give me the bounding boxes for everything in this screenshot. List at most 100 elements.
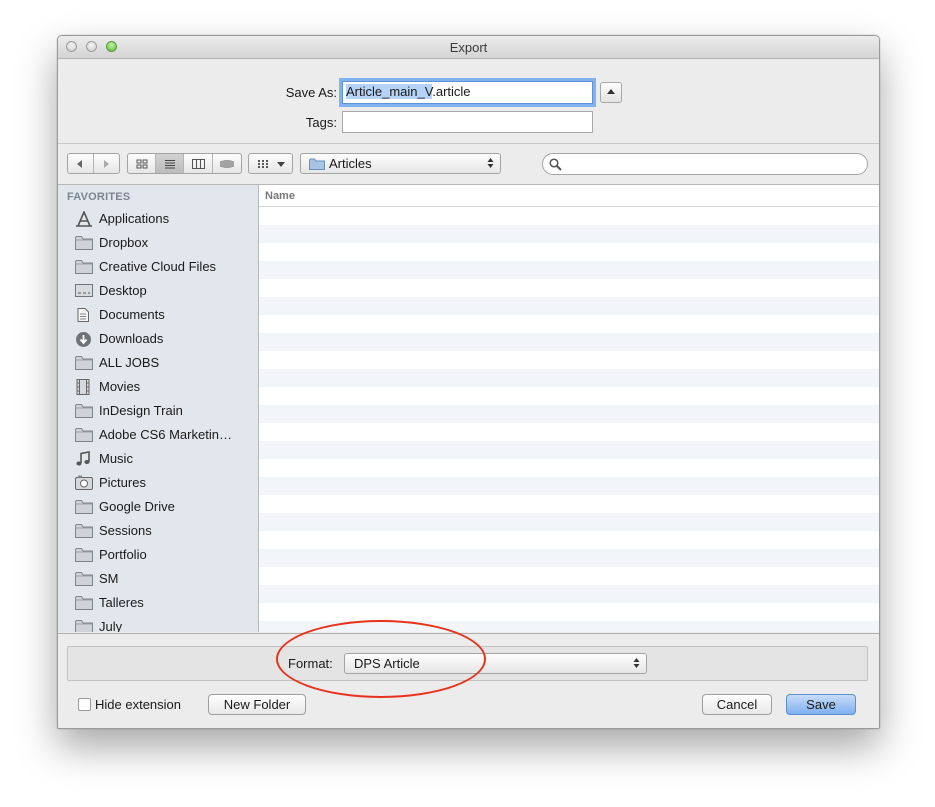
sidebar-item[interactable]: SM (58, 567, 258, 591)
sidebar-item-label: Talleres (99, 595, 144, 610)
folder-icon (75, 619, 93, 632)
cancel-button[interactable]: Cancel (702, 694, 772, 715)
folder-icon (75, 595, 93, 611)
grid-arrange-icon (258, 160, 268, 168)
column-header-label: Name (265, 190, 295, 202)
sidebar-item-label: Portfolio (99, 547, 147, 562)
column-view-icon (191, 158, 205, 169)
sidebar-item-label: Applications (99, 211, 170, 226)
documents-icon (75, 307, 93, 323)
save-as-field[interactable]: Article_main_V.article (342, 81, 593, 104)
sidebar-item-label: Adobe CS6 Marketin… (99, 427, 232, 442)
sidebar: FAVORITES Applications Dropbox Creative Cl… (58, 185, 259, 632)
sidebar-item[interactable]: July (58, 615, 258, 632)
folder-icon (309, 158, 325, 170)
sidebar-item[interactable]: Creative Cloud Files (58, 255, 258, 279)
sidebar-item[interactable]: Pictures (58, 471, 258, 495)
sidebar-item[interactable]: Downloads (58, 327, 258, 351)
sidebar-item[interactable]: InDesign Train (58, 399, 258, 423)
folder-icon (75, 499, 93, 515)
sidebar-item-label: Music (99, 451, 133, 466)
title-bar[interactable]: Export (58, 36, 879, 59)
sidebar-item[interactable]: Adobe CS6 Marketin… (58, 423, 258, 447)
format-value: DPS Article (354, 656, 420, 671)
sidebar-item-label: Documents (99, 307, 165, 322)
save-button[interactable]: Save (786, 694, 856, 715)
sidebar-item-label: InDesign Train (99, 403, 183, 418)
collapse-dialog-button[interactable] (600, 82, 622, 103)
folder-icon (75, 355, 93, 371)
sidebar-item-label: Sessions (99, 523, 152, 538)
forward-arrow-icon (104, 159, 110, 168)
sidebar-item[interactable]: Google Drive (58, 495, 258, 519)
column-header-name[interactable]: Name (259, 185, 879, 207)
chevron-down-icon (277, 162, 285, 167)
sidebar-item-label: Movies (99, 379, 141, 394)
sidebar-item[interactable]: Talleres (58, 591, 258, 615)
location-label: Articles (329, 156, 372, 171)
new-folder-button[interactable]: New Folder (208, 694, 306, 715)
browser-toolbar: Articles (58, 144, 879, 185)
location-popup[interactable]: Articles (300, 153, 501, 174)
sidebar-item[interactable]: Applications (58, 207, 258, 231)
file-list: Name (259, 185, 879, 632)
tags-field[interactable] (342, 111, 593, 133)
updown-arrows-icon (487, 158, 494, 168)
save-as-selected-text: Article_main_V (346, 84, 433, 99)
forward-button[interactable] (94, 154, 119, 173)
search-icon (549, 158, 562, 171)
view-mode-control (127, 153, 242, 174)
format-popup[interactable]: DPS Article (344, 653, 647, 674)
icon-view-icon (136, 159, 147, 168)
sidebar-item[interactable]: Sessions (58, 519, 258, 543)
sidebar-item-label: Creative Cloud Files (99, 259, 217, 274)
save-as-extension-text: .article (432, 84, 471, 99)
sidebar-item-label: Pictures (99, 475, 146, 490)
arrange-menu-button[interactable] (248, 153, 293, 174)
column-view-button[interactable] (184, 154, 213, 173)
list-view-icon (164, 159, 175, 168)
format-label: Format: (288, 656, 333, 671)
save-as-label: Save As: (285, 85, 337, 100)
sidebar-item[interactable]: Music (58, 447, 258, 471)
list-view-button[interactable] (156, 154, 184, 173)
hide-extension-checkbox[interactable] (78, 698, 91, 711)
coverflow-view-button[interactable] (213, 154, 241, 173)
export-dialog: Export Save As: Article_main_V.article T… (57, 35, 880, 729)
sidebar-item-label: ALL JOBS (99, 355, 160, 370)
sidebar-item[interactable]: ALL JOBS (58, 351, 258, 375)
folder-icon (75, 547, 93, 563)
format-box: Format: DPS Article (67, 646, 868, 681)
folder-icon (75, 427, 93, 443)
folder-icon (75, 523, 93, 539)
sidebar-heading: FAVORITES (67, 191, 131, 203)
folder-icon (75, 259, 93, 275)
search-field[interactable] (542, 153, 868, 175)
file-rows[interactable] (259, 207, 879, 632)
sidebar-item[interactable]: Dropbox (58, 231, 258, 255)
back-arrow-icon (77, 159, 83, 168)
tags-label: Tags: (305, 115, 337, 130)
pictures-icon (75, 475, 93, 491)
music-icon (75, 451, 93, 467)
sidebar-item[interactable]: Desktop (58, 279, 258, 303)
back-button[interactable] (68, 154, 94, 173)
hide-extension-label: Hide extension (95, 697, 181, 712)
sidebar-item[interactable]: Documents (58, 303, 258, 327)
window-title: Export (449, 40, 488, 55)
sidebar-item-label: July (99, 619, 123, 632)
applications-icon (75, 209, 93, 227)
sidebar-item-label: Google Drive (99, 499, 175, 514)
coverflow-view-icon (220, 159, 234, 168)
sidebar-item-label: Dropbox (99, 235, 149, 250)
desktop-icon (75, 283, 93, 299)
options-area: Format: DPS Article Hide extension New F… (58, 633, 879, 728)
folder-icon (75, 403, 93, 419)
updown-arrows-icon (633, 658, 640, 668)
sidebar-item[interactable]: Portfolio (58, 543, 258, 567)
downloads-icon (75, 331, 93, 347)
icon-view-button[interactable] (128, 154, 156, 173)
sidebar-item[interactable]: Movies (58, 375, 258, 399)
sidebar-item-label: SM (99, 571, 119, 586)
sidebar-item-label: Downloads (99, 331, 164, 346)
